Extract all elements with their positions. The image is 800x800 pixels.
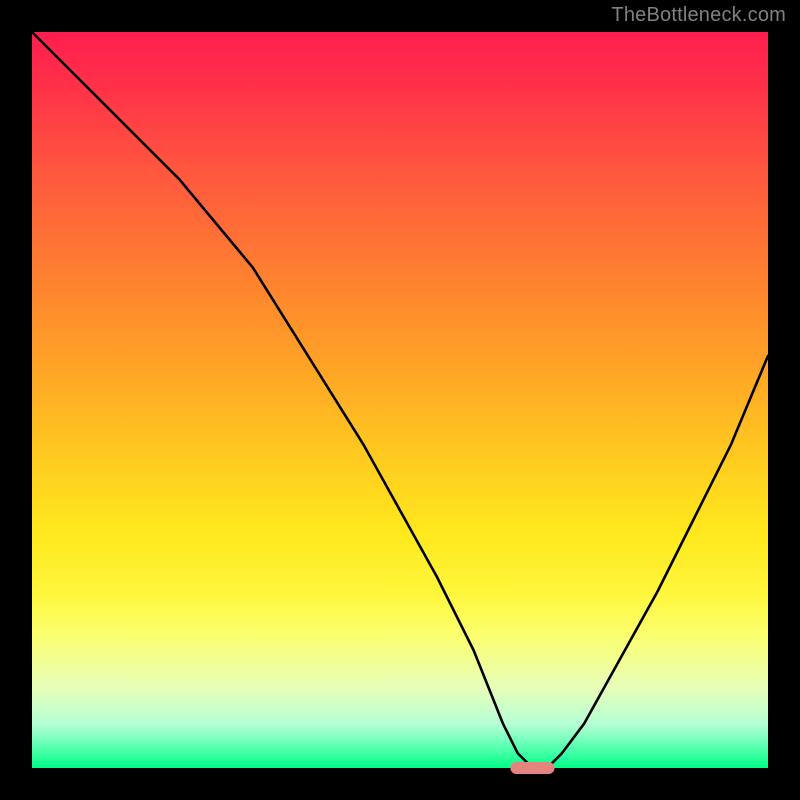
watermark-text: TheBottleneck.com <box>611 4 786 27</box>
bottleneck-curve <box>32 32 768 768</box>
chart-frame: TheBottleneck.com <box>0 0 800 800</box>
optimal-marker <box>510 762 554 774</box>
chart-svg <box>0 0 800 800</box>
